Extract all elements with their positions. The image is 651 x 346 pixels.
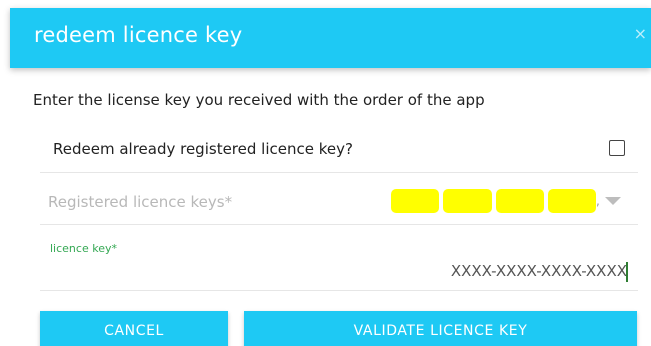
selected-separator: , [596, 194, 600, 208]
dialog-title: redeem licence key [34, 23, 243, 47]
redeem-licence-dialog: redeem licence key × Enter the license k… [0, 0, 651, 346]
redeem-existing-label: Redeem already registered licence key? [53, 140, 353, 158]
registered-keys-placeholder: Registered licence keys* [48, 193, 233, 211]
validate-licence-key-button[interactable]: VALIDATE LICENCE KEY [244, 311, 637, 346]
licence-key-field: licence key* [40, 224, 638, 291]
redacted-key-block [443, 189, 492, 213]
registered-keys-select[interactable]: Registered licence keys* , [40, 172, 638, 225]
dialog-header: redeem licence key × [10, 8, 651, 68]
redacted-key-block [496, 189, 544, 213]
redacted-key-block [391, 189, 439, 213]
triangle-down-icon[interactable] [605, 197, 621, 205]
redeem-existing-checkbox[interactable] [609, 140, 625, 156]
licence-key-label: licence key* [50, 242, 117, 255]
redeem-existing-row[interactable]: Redeem already registered licence key? [40, 128, 638, 173]
text-caret [626, 262, 628, 282]
cancel-button[interactable]: CANCEL [40, 311, 228, 346]
licence-key-input[interactable] [327, 260, 627, 282]
close-icon[interactable]: × [634, 26, 647, 42]
redacted-key-block [548, 189, 596, 213]
intro-text: Enter the license key you received with … [33, 91, 485, 109]
